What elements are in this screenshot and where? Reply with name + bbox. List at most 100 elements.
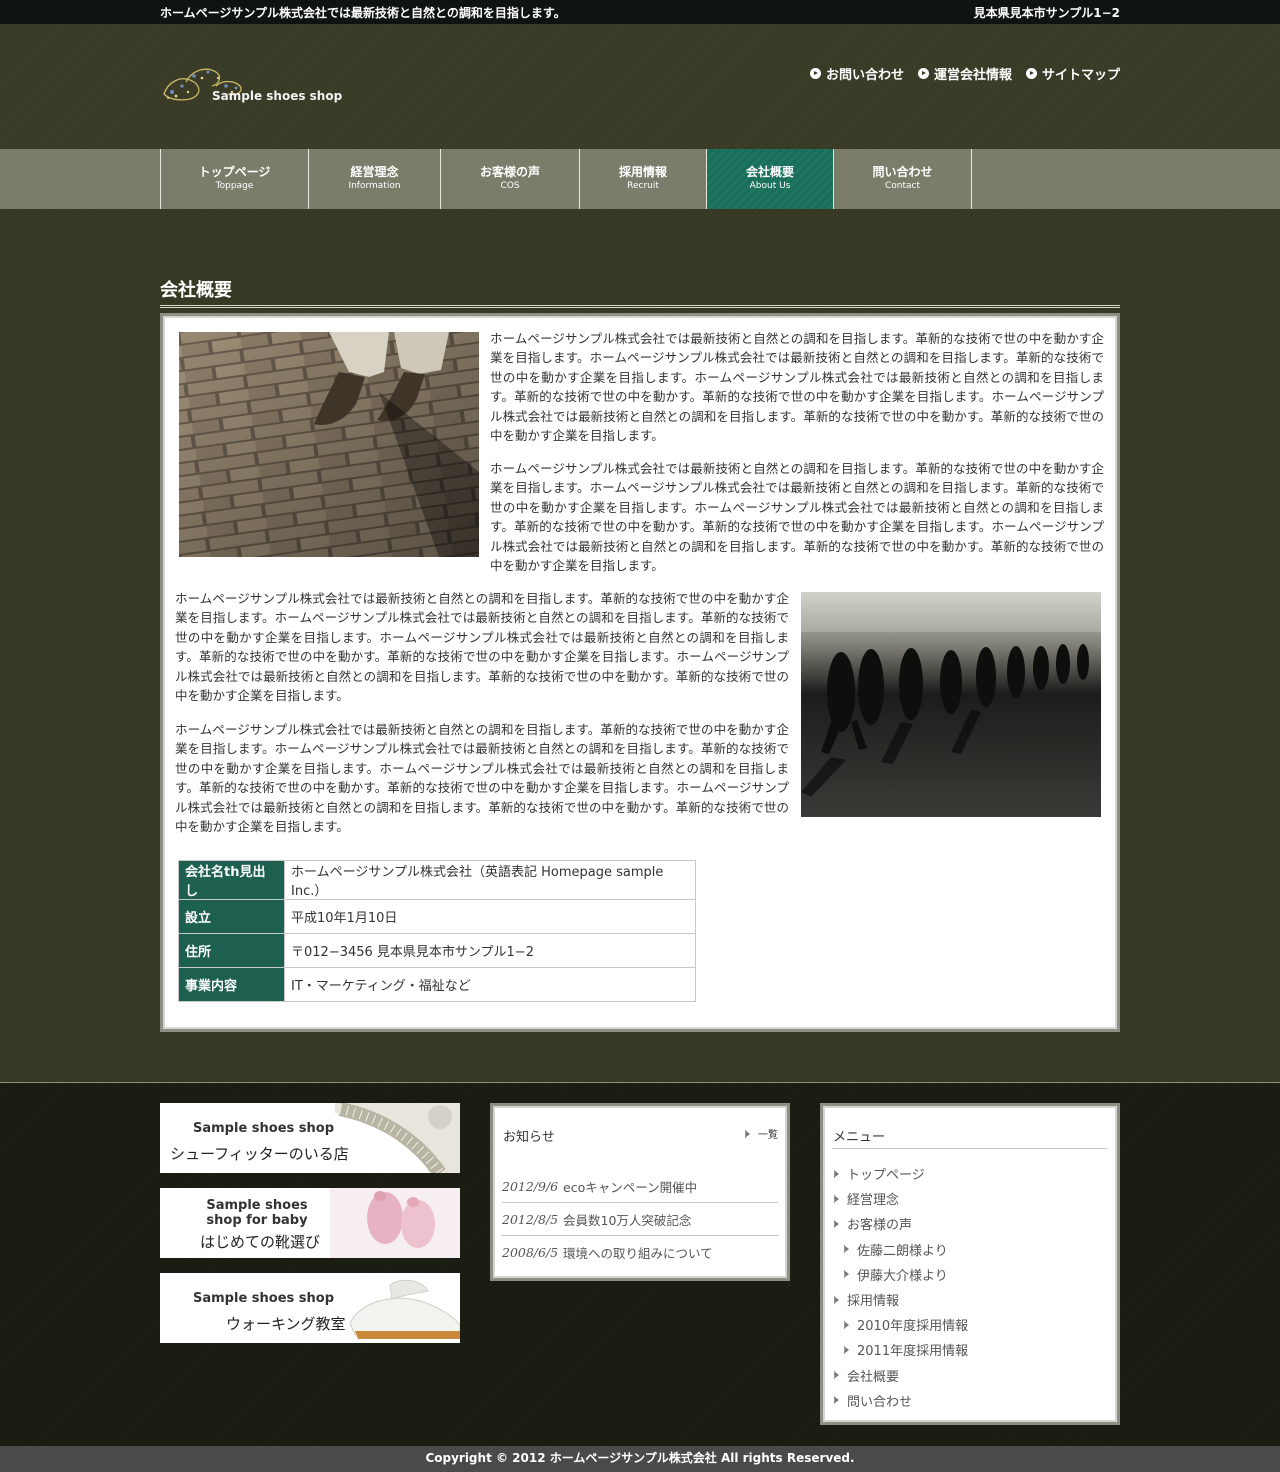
table-cell: IT・マーケティング・福祉など — [284, 967, 696, 1002]
menu-item-label: 2011年度採用情報 — [857, 1344, 969, 1360]
utility-links: お問い合わせ 運営会社情報 サイトマップ — [809, 64, 1120, 83]
menu-item-label: 2010年度採用情報 — [857, 1319, 969, 1335]
menu-divider — [832, 1148, 1108, 1149]
news-date: 2008/6/5 — [502, 1245, 559, 1260]
menu-item-label: お客様の声 — [847, 1218, 913, 1234]
banner-baby-shoes[interactable]: Sample shoes shop for baby はじめての靴選び — [160, 1188, 460, 1258]
banner-title-ja: シューフィッターのいる店 — [170, 1145, 349, 1163]
arrow-right-icon — [833, 1169, 843, 1178]
menu-item-about[interactable]: 会社概要 — [833, 1363, 968, 1388]
banner-walking-class[interactable]: Sample shoes shop ウォーキング教室 — [160, 1273, 460, 1343]
circle-arrow-icon — [809, 68, 821, 79]
table-cell: ホームページサンプル株式会社（英語表記 Homepage sample Inc.… — [284, 860, 696, 900]
banner-title-ja: はじめての靴選び — [200, 1233, 321, 1251]
address: 見本県見本市サンプル1−2 — [973, 6, 1120, 20]
table-row: 設立 平成10年1月10日 — [178, 899, 696, 934]
banner-title-en: Sample shoes shop for baby — [206, 1198, 308, 1228]
runners-photo — [801, 592, 1101, 817]
arrow-right-icon — [843, 1320, 853, 1329]
news-date: 2012/9/6 — [502, 1178, 559, 1194]
paragraph-1: ホームページサンプル株式会社では最新技術と自然との調和を目指します。革新的な技術… — [490, 331, 1104, 444]
nav-label-en: Contact — [884, 181, 920, 191]
top-bar: ホームページサンプル株式会社では最新技術と自然との調和を目指します。 見本県見本… — [0, 0, 1280, 24]
news-item[interactable]: 2012/9/6 ecoキャンペーン開催中 — [502, 1170, 778, 1203]
brick-wall-photo — [179, 332, 479, 557]
util-link-label: 運営会社情報 — [933, 68, 1012, 83]
circle-arrow-icon — [917, 68, 929, 79]
nav-item-toppage[interactable]: トップページ Toppage — [161, 149, 309, 209]
menu-item-label: 会社概要 — [847, 1369, 900, 1385]
nav-label-ja: 会社概要 — [745, 165, 794, 179]
arrow-right-icon — [833, 1396, 843, 1405]
menu-item-label: 伊藤大介様より — [857, 1268, 948, 1284]
nav-label-en: Information — [348, 181, 401, 191]
news-item[interactable]: 2008/6/5 環境への取り組みについて — [502, 1236, 778, 1269]
global-nav: トップページ Toppage 経営理念 Information お客様の声 COS 採… — [0, 149, 1280, 209]
util-link-company[interactable]: 運営会社情報 — [917, 64, 1012, 83]
arrow-right-icon — [833, 1194, 843, 1203]
menu-item-ito[interactable]: 伊藤大介様より — [833, 1262, 968, 1287]
news-list: 2012/9/6 ecoキャンペーン開催中 2012/8/5 会員数10万人突破記念… — [502, 1170, 778, 1269]
menu-item-label: 問い合わせ — [847, 1394, 913, 1410]
menu-item-recruit[interactable]: 採用情報 — [833, 1287, 968, 1312]
banner-title-en: Sample shoes shop — [193, 1121, 335, 1136]
nav-label-ja: 採用情報 — [618, 165, 667, 179]
news-more-label: 一覧 — [758, 1130, 778, 1141]
logo[interactable]: Sample shoes shop — [160, 62, 350, 108]
menu-item-contact[interactable]: 問い合わせ — [833, 1388, 968, 1413]
nav-item-cos[interactable]: お客様の声 COS — [441, 149, 580, 209]
paragraph-2: ホームページサンプル株式会社では最新技術と自然との調和を目指します。革新的な技術… — [490, 461, 1104, 574]
table-row: 住所 〒012−3456 見本県見本市サンプル1−2 — [178, 933, 696, 968]
menu-item-label: 佐藤二朗様より — [857, 1243, 948, 1259]
news-text: 環境への取り組みについて — [563, 1246, 713, 1261]
util-link-contact[interactable]: お問い合わせ — [809, 64, 904, 83]
circle-arrow-icon — [1025, 68, 1037, 79]
news-more-link[interactable]: 一覧 — [744, 1126, 778, 1141]
banner-shoe-fitter[interactable]: Sample shoes shop シューフィッターのいる店 — [160, 1103, 460, 1173]
nav-label-ja: トップページ — [198, 165, 271, 179]
paragraph-3: ホームページサンプル株式会社では最新技術と自然との調和を目指します。革新的な技術… — [175, 591, 789, 704]
news-item[interactable]: 2012/8/5 会員数10万人突破記念 — [502, 1203, 778, 1236]
nav-item-about[interactable]: 会社概要 About Us — [707, 149, 834, 209]
table-header-cell: 住所 — [178, 933, 285, 968]
nav-label-en: COS — [500, 181, 520, 191]
menu-item-sato[interactable]: 佐藤二朗様より — [833, 1237, 968, 1262]
nav-item-recruit[interactable]: 採用情報 Recruit — [580, 149, 707, 209]
arrow-right-icon — [833, 1295, 843, 1304]
news-date: 2012/8/5 — [502, 1211, 559, 1227]
util-link-sitemap[interactable]: サイトマップ — [1025, 64, 1120, 83]
company-profile-table: 会社名th見出し ホームページサンプル株式会社（英語表記 Homepage sam… — [178, 860, 696, 1002]
menu-item-toppage[interactable]: トップページ — [833, 1161, 968, 1186]
nav-label-ja: お客様の声 — [479, 165, 540, 179]
nav-item-information[interactable]: 経営理念 Information — [309, 149, 441, 209]
menu-item-recruit-2010[interactable]: 2010年度採用情報 — [833, 1312, 968, 1337]
menu-item-recruit-2011[interactable]: 2011年度採用情報 — [833, 1337, 968, 1362]
menu-item-voice[interactable]: お客様の声 — [833, 1211, 968, 1236]
news-box: お知らせ 一覧 2012/9/6 ecoキャンペーン開催中 2012/8/5 会員数… — [490, 1103, 790, 1281]
menu-item-label: トップページ — [847, 1168, 925, 1184]
arrow-right-icon — [843, 1345, 853, 1354]
arrow-right-icon — [843, 1245, 853, 1254]
arrow-right-icon — [744, 1130, 754, 1138]
nav-item-contact[interactable]: 問い合わせ Contact — [834, 149, 972, 209]
util-link-label: お問い合わせ — [825, 68, 904, 83]
table-row: 事業内容 IT・マーケティング・福祉など — [178, 967, 696, 1002]
menu-item-label: 採用情報 — [847, 1294, 900, 1310]
table-row: 会社名th見出し ホームページサンプル株式会社（英語表記 Homepage sam… — [178, 860, 696, 900]
menu-title: メニュー — [833, 1130, 886, 1145]
news-title: お知らせ — [503, 1130, 555, 1145]
util-link-label: サイトマップ — [1041, 68, 1120, 83]
nav-label-en: Toppage — [215, 181, 254, 191]
nav-label-ja: 問い合わせ — [872, 165, 933, 179]
menu-item-philosophy[interactable]: 経営理念 — [833, 1186, 968, 1211]
page-title: 会社概要 — [160, 280, 232, 301]
logo-text: Sample shoes shop — [212, 89, 343, 103]
menu-item-label: 経営理念 — [847, 1193, 900, 1209]
table-header-cell: 設立 — [178, 899, 285, 934]
nav-label-en: About Us — [749, 181, 791, 191]
arrow-right-icon — [843, 1270, 853, 1279]
menu-list: トップページ 経営理念 お客様の声 佐藤二朗様より 伊藤大介様より 採用情報 2… — [833, 1161, 968, 1413]
header: Sample shoes shop お問い合わせ 運営会社情報 サイトマップ — [0, 24, 1280, 149]
table-header-cell: 事業内容 — [178, 967, 285, 1002]
menu-box: メニュー トップページ 経営理念 お客様の声 佐藤二朗様より 伊藤大介様より 採… — [820, 1103, 1120, 1425]
